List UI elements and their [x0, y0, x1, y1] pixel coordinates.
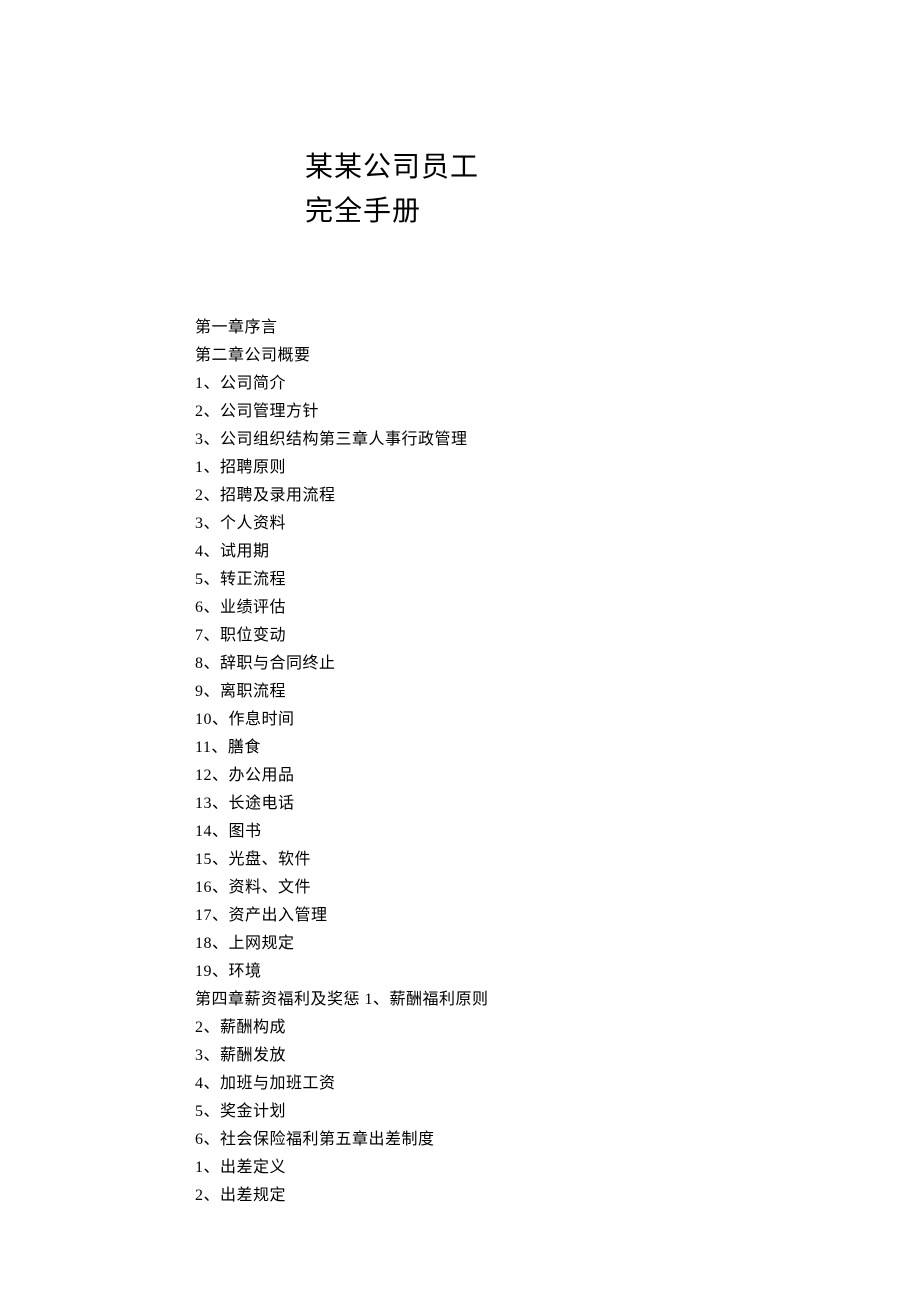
toc-item: 1、招聘原则 — [195, 454, 820, 482]
document-page: 某某公司员工 完全手册 第一章序言 第二章公司概要 1、公司简介 2、公司管理方… — [0, 0, 920, 1210]
toc-item: 2、出差规定 — [195, 1182, 820, 1210]
toc-item: 2、薪酬构成 — [195, 1014, 820, 1042]
toc-item: 1、出差定义 — [195, 1154, 820, 1182]
toc-item: 13、长途电话 — [195, 790, 820, 818]
toc-item: 3、个人资料 — [195, 510, 820, 538]
toc-item: 第一章序言 — [195, 314, 820, 342]
toc-item: 16、资料、文件 — [195, 874, 820, 902]
toc-item: 4、试用期 — [195, 538, 820, 566]
toc-item: 6、社会保险福利第五章出差制度 — [195, 1126, 820, 1154]
toc-item: 9、离职流程 — [195, 678, 820, 706]
toc-item: 14、图书 — [195, 818, 820, 846]
toc-item: 11、膳食 — [195, 734, 820, 762]
toc-item: 第四章薪资福利及奖惩 1、薪酬福利原则 — [195, 986, 820, 1014]
toc-item: 6、业绩评估 — [195, 594, 820, 622]
toc-item: 2、招聘及录用流程 — [195, 482, 820, 510]
toc-item: 19、环境 — [195, 958, 820, 986]
toc-item: 2、公司管理方针 — [195, 398, 820, 426]
table-of-contents: 第一章序言 第二章公司概要 1、公司简介 2、公司管理方针 3、公司组织结构第三… — [195, 314, 820, 1210]
toc-item: 7、职位变动 — [195, 622, 820, 650]
toc-item: 10、作息时间 — [195, 706, 820, 734]
document-title: 某某公司员工 完全手册 — [305, 145, 820, 229]
toc-item: 第二章公司概要 — [195, 342, 820, 370]
title-line-2: 完全手册 — [305, 189, 820, 229]
title-line-1: 某某公司员工 — [305, 145, 820, 185]
toc-item: 3、薪酬发放 — [195, 1042, 820, 1070]
toc-item: 12、办公用品 — [195, 762, 820, 790]
toc-item: 4、加班与加班工资 — [195, 1070, 820, 1098]
toc-item: 8、辞职与合同终止 — [195, 650, 820, 678]
toc-item: 1、公司简介 — [195, 370, 820, 398]
toc-item: 5、奖金计划 — [195, 1098, 820, 1126]
toc-item: 5、转正流程 — [195, 566, 820, 594]
toc-item: 15、光盘、软件 — [195, 846, 820, 874]
toc-item: 17、资产出入管理 — [195, 902, 820, 930]
toc-item: 18、上网规定 — [195, 930, 820, 958]
toc-item: 3、公司组织结构第三章人事行政管理 — [195, 426, 820, 454]
